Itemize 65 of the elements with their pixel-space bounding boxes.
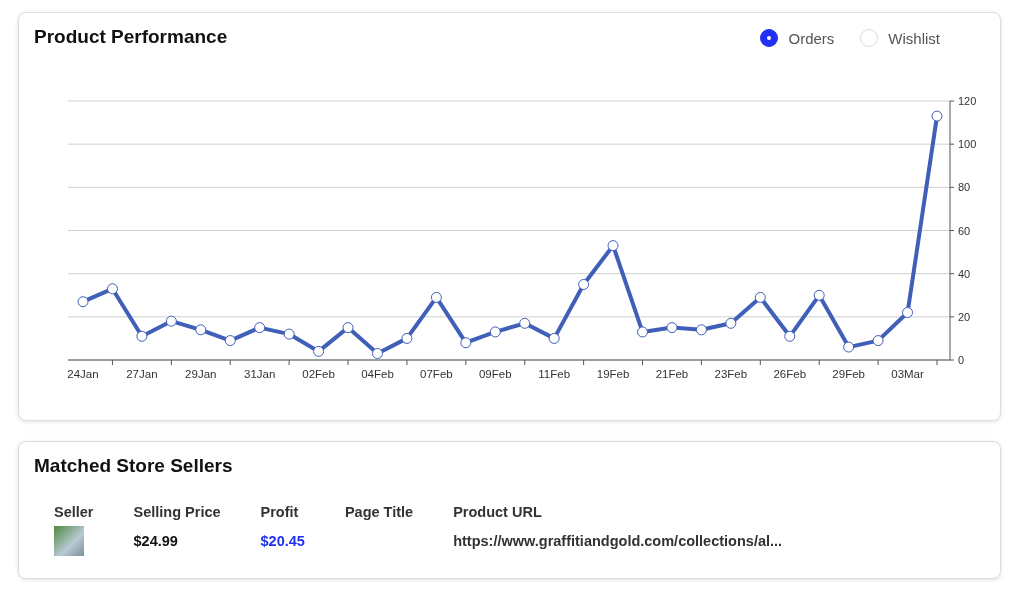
data-point [931, 110, 943, 122]
data-point [519, 317, 531, 329]
x-tick-label: 03Mar [891, 368, 924, 380]
x-tick-label: 09Feb [478, 368, 512, 380]
data-point [695, 324, 707, 336]
y-tick-label: 100 [958, 138, 977, 151]
data-point [637, 326, 648, 338]
data-point [283, 328, 295, 340]
data-point [607, 240, 619, 252]
column-header: Product URL [453, 504, 543, 522]
x-tick-label: 04Feb [361, 368, 394, 380]
data-point [578, 278, 590, 290]
y-tick-label: 80 [958, 181, 971, 194]
x-tick-label: 24Jan [67, 368, 99, 380]
data-point [872, 335, 884, 347]
data-point [725, 317, 737, 329]
x-tick-label: 23Feb [714, 368, 748, 380]
y-tick-label: 0 [958, 354, 965, 366]
x-tick-label: 19Feb [596, 368, 630, 380]
column-header: Selling Price [133, 504, 261, 526]
data-point [902, 307, 914, 318]
data-point [430, 291, 442, 303]
card-title: Product Performance [34, 25, 228, 49]
data-point [165, 315, 177, 327]
data-point [843, 341, 855, 353]
x-tick-label: 29Jan [185, 368, 217, 380]
data-point [224, 335, 236, 347]
data-point [313, 345, 325, 357]
x-tick-label: 07Feb [420, 368, 453, 380]
profit-value: $20.45 [260, 532, 306, 551]
data-point [195, 324, 207, 336]
x-tick-label: 02Feb [302, 368, 335, 380]
data-point [754, 291, 766, 303]
data-point [548, 332, 560, 344]
data-point [136, 330, 148, 342]
data-point [106, 283, 118, 295]
y-tick-label: 120 [958, 95, 977, 107]
x-tick-label: 27Jan [126, 368, 158, 380]
column-header: Page Title [344, 504, 415, 522]
y-tick-label: 40 [958, 267, 971, 280]
data-point [77, 296, 89, 308]
x-tick-label: 29Feb [832, 368, 865, 380]
x-tick-label: 21Feb [655, 368, 689, 380]
data-point [813, 289, 825, 301]
x-tick-label: 11Feb [538, 368, 571, 380]
data-point [342, 322, 354, 334]
y-tick-label: 20 [958, 310, 971, 323]
legend-radio[interactable]: Orders [760, 29, 835, 47]
selling-price: $24.99 [133, 526, 261, 556]
column-header: Profit [260, 504, 345, 526]
product-url: https://www.graffitiandgold.com/collections/al... [453, 532, 784, 551]
data-point [460, 337, 472, 349]
data-point [254, 322, 266, 334]
data-point [401, 332, 413, 344]
data-point [372, 348, 383, 360]
column-header: Seller [54, 504, 134, 526]
data-point [666, 322, 678, 334]
data-point [489, 326, 501, 338]
card-title: Matched Store Sellers [34, 454, 234, 478]
photo-placeholder [54, 526, 84, 556]
x-tick-label: 26Feb [773, 368, 807, 380]
data-point [784, 330, 796, 342]
legend-radio[interactable]: Wishlist [860, 29, 940, 47]
y-tick-label: 60 [958, 224, 971, 237]
x-tick-label: 31Jan [244, 368, 276, 380]
